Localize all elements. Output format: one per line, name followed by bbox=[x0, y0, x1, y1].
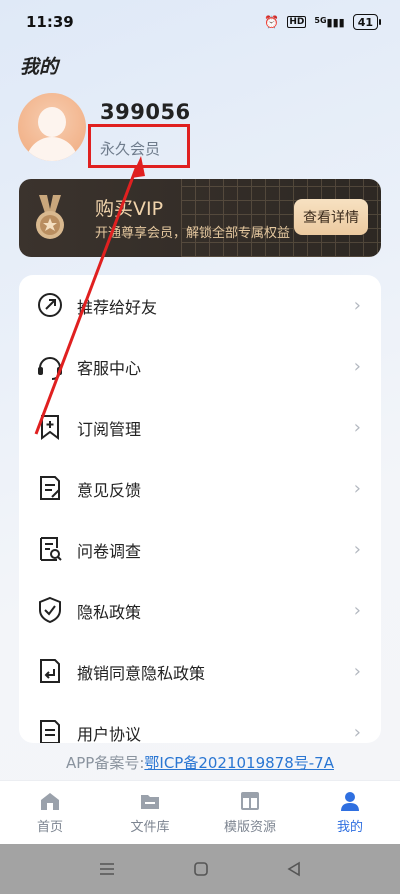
signal-label: 5G bbox=[314, 15, 327, 25]
vip-card[interactable]: 购买VIP 开通尊享会员，解锁全部专属权益 查看详情 bbox=[19, 179, 381, 257]
menu-label: 用户协议 bbox=[77, 724, 142, 744]
revoke-icon bbox=[40, 659, 60, 683]
avatar[interactable] bbox=[18, 93, 86, 161]
avatar-body bbox=[26, 137, 78, 161]
menu-item-recommend[interactable]: 推荐给好友 › bbox=[19, 275, 381, 336]
folder-icon bbox=[141, 795, 159, 809]
home-icon bbox=[41, 793, 59, 810]
tab-label: 模版资源 bbox=[223, 820, 276, 835]
hd-icon: HD bbox=[287, 16, 307, 28]
signal-icon: 5G▮▮▮ bbox=[314, 15, 345, 29]
home-button-icon[interactable] bbox=[193, 861, 209, 877]
template-icon bbox=[241, 792, 259, 810]
bottom-tab-bar: 首页 文件库 模版资源 我的 bbox=[0, 780, 400, 844]
survey-icon bbox=[40, 537, 62, 561]
menu-label: 问卷调查 bbox=[77, 541, 142, 561]
menu-item-user-agreement[interactable]: 用户协议 › bbox=[19, 702, 381, 743]
tab-label: 我的 bbox=[336, 820, 363, 835]
feedback-icon bbox=[40, 476, 60, 500]
share-icon bbox=[38, 293, 62, 317]
system-navigation-bar bbox=[0, 844, 400, 894]
status-bar: 11:39 ⏰ HD 5G▮▮▮ 41 bbox=[0, 0, 400, 44]
chevron-right-icon: › bbox=[353, 356, 361, 377]
status-time: 11:39 bbox=[26, 13, 74, 31]
battery-icon: 41 bbox=[352, 14, 382, 30]
medal-icon bbox=[36, 195, 64, 239]
icp-record: APP备案号:鄂ICP备2021019878号-7A bbox=[0, 752, 400, 773]
chevron-right-icon: › bbox=[353, 722, 361, 743]
shield-icon bbox=[39, 596, 61, 624]
menu-item-survey[interactable]: 问卷调查 › bbox=[19, 519, 381, 580]
menu-item-subscription[interactable]: 订阅管理 › bbox=[19, 397, 381, 458]
vip-title: 购买VIP bbox=[95, 198, 164, 220]
chevron-right-icon: › bbox=[353, 478, 361, 499]
tab-mine[interactable]: 我的 bbox=[300, 781, 400, 844]
document-icon bbox=[40, 720, 60, 743]
tab-home[interactable]: 首页 bbox=[0, 781, 100, 844]
menu-item-revoke-privacy[interactable]: 撤销同意隐私政策 › bbox=[19, 641, 381, 702]
chevron-right-icon: › bbox=[353, 600, 361, 621]
menu-label: 隐私政策 bbox=[77, 602, 142, 622]
icp-link[interactable]: 鄂ICP备2021019878号-7A bbox=[144, 754, 334, 772]
tab-files[interactable]: 文件库 bbox=[100, 781, 200, 844]
chevron-right-icon: › bbox=[353, 295, 361, 316]
menu-item-support[interactable]: 客服中心 › bbox=[19, 336, 381, 397]
vip-description: 开通尊享会员，解锁全部专属权益 bbox=[95, 226, 291, 241]
bookmark-add-icon bbox=[41, 415, 59, 440]
status-icons: ⏰ HD 5G▮▮▮ 41 bbox=[264, 14, 382, 30]
headset-icon bbox=[38, 357, 62, 380]
tab-label: 文件库 bbox=[130, 820, 170, 835]
menu-item-privacy[interactable]: 隐私政策 › bbox=[19, 580, 381, 641]
battery-level: 41 bbox=[357, 15, 373, 29]
chevron-right-icon: › bbox=[353, 661, 361, 682]
tab-templates[interactable]: 模版资源 bbox=[200, 781, 300, 844]
back-icon[interactable] bbox=[286, 861, 302, 877]
user-id: 399056 bbox=[100, 100, 191, 124]
menu-list: 推荐给好友 › 客服中心 › 订阅管理 › 意见反馈 › 问卷调查 › 隐私政策… bbox=[19, 275, 381, 743]
tab-label: 首页 bbox=[36, 820, 63, 835]
avatar-head bbox=[38, 107, 66, 137]
user-icon bbox=[341, 792, 359, 811]
menu-label: 订阅管理 bbox=[77, 419, 142, 439]
alarm-icon: ⏰ bbox=[264, 15, 280, 29]
menu-icon[interactable] bbox=[98, 862, 116, 876]
menu-label: 推荐给好友 bbox=[77, 297, 158, 317]
menu-label: 撤销同意隐私政策 bbox=[77, 663, 206, 683]
menu-label: 客服中心 bbox=[77, 358, 142, 378]
menu-item-feedback[interactable]: 意见反馈 › bbox=[19, 458, 381, 519]
chevron-right-icon: › bbox=[353, 417, 361, 438]
menu-label: 意见反馈 bbox=[77, 480, 142, 500]
page-title: 我的 bbox=[20, 56, 59, 78]
icp-prefix: APP备案号: bbox=[65, 754, 145, 772]
chevron-right-icon: › bbox=[353, 539, 361, 560]
view-details-button[interactable]: 查看详情 bbox=[294, 199, 368, 235]
membership-status: 永久会员 bbox=[100, 140, 161, 158]
